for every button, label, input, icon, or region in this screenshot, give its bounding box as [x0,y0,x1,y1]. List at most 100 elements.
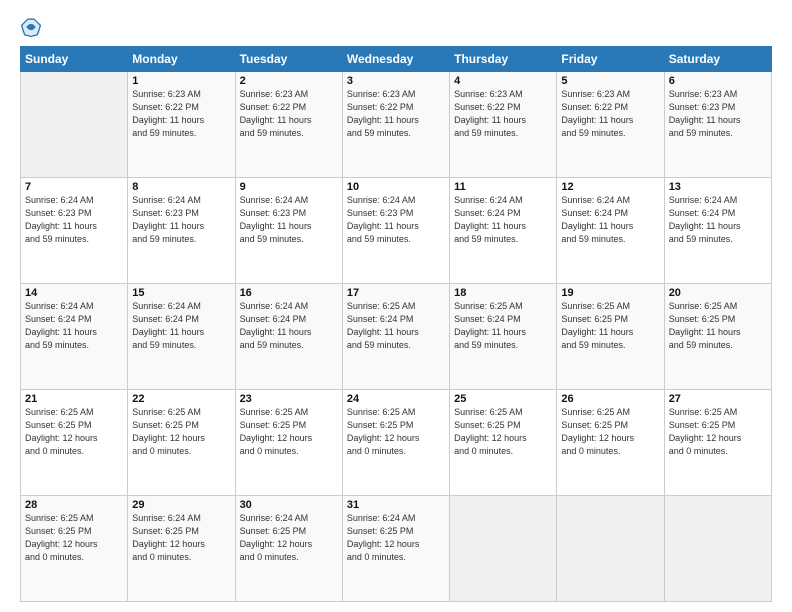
day-info: Sunrise: 6:25 AM Sunset: 6:25 PM Dayligh… [25,512,123,564]
calendar-cell: 22Sunrise: 6:25 AM Sunset: 6:25 PM Dayli… [128,390,235,496]
day-info: Sunrise: 6:24 AM Sunset: 6:24 PM Dayligh… [561,194,659,246]
day-number: 19 [561,287,659,299]
day-number: 28 [25,499,123,511]
day-info: Sunrise: 6:24 AM Sunset: 6:24 PM Dayligh… [669,194,767,246]
day-number: 21 [25,393,123,405]
day-number: 15 [132,287,230,299]
day-number: 23 [240,393,338,405]
day-info: Sunrise: 6:23 AM Sunset: 6:22 PM Dayligh… [347,88,445,140]
calendar-cell: 27Sunrise: 6:25 AM Sunset: 6:25 PM Dayli… [664,390,771,496]
day-number: 20 [669,287,767,299]
day-info: Sunrise: 6:25 AM Sunset: 6:25 PM Dayligh… [454,406,552,458]
calendar-cell: 18Sunrise: 6:25 AM Sunset: 6:24 PM Dayli… [450,284,557,390]
day-number: 12 [561,181,659,193]
day-info: Sunrise: 6:24 AM Sunset: 6:24 PM Dayligh… [240,300,338,352]
day-info: Sunrise: 6:24 AM Sunset: 6:23 PM Dayligh… [347,194,445,246]
day-info: Sunrise: 6:24 AM Sunset: 6:25 PM Dayligh… [347,512,445,564]
calendar-cell: 3Sunrise: 6:23 AM Sunset: 6:22 PM Daylig… [342,72,449,178]
logo-icon [20,16,42,38]
day-number: 25 [454,393,552,405]
day-number: 26 [561,393,659,405]
calendar-cell [557,496,664,602]
weekday-header: Wednesday [342,47,449,72]
day-number: 17 [347,287,445,299]
day-info: Sunrise: 6:23 AM Sunset: 6:22 PM Dayligh… [132,88,230,140]
calendar-cell: 25Sunrise: 6:25 AM Sunset: 6:25 PM Dayli… [450,390,557,496]
calendar-week-row: 14Sunrise: 6:24 AM Sunset: 6:24 PM Dayli… [21,284,772,390]
calendar-week-row: 21Sunrise: 6:25 AM Sunset: 6:25 PM Dayli… [21,390,772,496]
day-number: 2 [240,75,338,87]
day-info: Sunrise: 6:24 AM Sunset: 6:23 PM Dayligh… [25,194,123,246]
calendar-cell: 21Sunrise: 6:25 AM Sunset: 6:25 PM Dayli… [21,390,128,496]
day-number: 4 [454,75,552,87]
calendar-cell: 11Sunrise: 6:24 AM Sunset: 6:24 PM Dayli… [450,178,557,284]
calendar-cell: 20Sunrise: 6:25 AM Sunset: 6:25 PM Dayli… [664,284,771,390]
day-info: Sunrise: 6:23 AM Sunset: 6:22 PM Dayligh… [454,88,552,140]
calendar-header-row: SundayMondayTuesdayWednesdayThursdayFrid… [21,47,772,72]
day-number: 6 [669,75,767,87]
calendar-cell: 28Sunrise: 6:25 AM Sunset: 6:25 PM Dayli… [21,496,128,602]
day-info: Sunrise: 6:24 AM Sunset: 6:24 PM Dayligh… [25,300,123,352]
day-info: Sunrise: 6:23 AM Sunset: 6:23 PM Dayligh… [669,88,767,140]
day-number: 27 [669,393,767,405]
day-info: Sunrise: 6:24 AM Sunset: 6:24 PM Dayligh… [454,194,552,246]
day-number: 24 [347,393,445,405]
day-info: Sunrise: 6:24 AM Sunset: 6:24 PM Dayligh… [132,300,230,352]
day-number: 7 [25,181,123,193]
day-info: Sunrise: 6:25 AM Sunset: 6:25 PM Dayligh… [669,406,767,458]
day-info: Sunrise: 6:25 AM Sunset: 6:25 PM Dayligh… [240,406,338,458]
day-number: 14 [25,287,123,299]
calendar-cell: 1Sunrise: 6:23 AM Sunset: 6:22 PM Daylig… [128,72,235,178]
calendar-cell: 24Sunrise: 6:25 AM Sunset: 6:25 PM Dayli… [342,390,449,496]
calendar-cell: 6Sunrise: 6:23 AM Sunset: 6:23 PM Daylig… [664,72,771,178]
day-info: Sunrise: 6:25 AM Sunset: 6:25 PM Dayligh… [25,406,123,458]
calendar-cell: 26Sunrise: 6:25 AM Sunset: 6:25 PM Dayli… [557,390,664,496]
calendar-cell: 29Sunrise: 6:24 AM Sunset: 6:25 PM Dayli… [128,496,235,602]
weekday-header: Thursday [450,47,557,72]
day-info: Sunrise: 6:23 AM Sunset: 6:22 PM Dayligh… [561,88,659,140]
calendar-cell: 31Sunrise: 6:24 AM Sunset: 6:25 PM Dayli… [342,496,449,602]
calendar-cell [21,72,128,178]
day-number: 13 [669,181,767,193]
day-info: Sunrise: 6:23 AM Sunset: 6:22 PM Dayligh… [240,88,338,140]
weekday-header: Sunday [21,47,128,72]
day-info: Sunrise: 6:24 AM Sunset: 6:23 PM Dayligh… [240,194,338,246]
day-info: Sunrise: 6:25 AM Sunset: 6:25 PM Dayligh… [561,406,659,458]
weekday-header: Friday [557,47,664,72]
day-number: 22 [132,393,230,405]
day-number: 11 [454,181,552,193]
day-info: Sunrise: 6:25 AM Sunset: 6:25 PM Dayligh… [132,406,230,458]
day-number: 31 [347,499,445,511]
day-number: 29 [132,499,230,511]
calendar-cell: 15Sunrise: 6:24 AM Sunset: 6:24 PM Dayli… [128,284,235,390]
calendar-cell [664,496,771,602]
day-info: Sunrise: 6:24 AM Sunset: 6:23 PM Dayligh… [132,194,230,246]
weekday-header: Monday [128,47,235,72]
header [20,16,772,38]
calendar-cell: 17Sunrise: 6:25 AM Sunset: 6:24 PM Dayli… [342,284,449,390]
calendar-cell [450,496,557,602]
calendar-week-row: 28Sunrise: 6:25 AM Sunset: 6:25 PM Dayli… [21,496,772,602]
calendar-cell: 9Sunrise: 6:24 AM Sunset: 6:23 PM Daylig… [235,178,342,284]
day-number: 3 [347,75,445,87]
day-number: 5 [561,75,659,87]
day-info: Sunrise: 6:25 AM Sunset: 6:24 PM Dayligh… [347,300,445,352]
day-info: Sunrise: 6:24 AM Sunset: 6:25 PM Dayligh… [240,512,338,564]
calendar-week-row: 1Sunrise: 6:23 AM Sunset: 6:22 PM Daylig… [21,72,772,178]
calendar-cell: 12Sunrise: 6:24 AM Sunset: 6:24 PM Dayli… [557,178,664,284]
day-info: Sunrise: 6:25 AM Sunset: 6:24 PM Dayligh… [454,300,552,352]
calendar-cell: 30Sunrise: 6:24 AM Sunset: 6:25 PM Dayli… [235,496,342,602]
calendar-cell: 10Sunrise: 6:24 AM Sunset: 6:23 PM Dayli… [342,178,449,284]
weekday-header: Saturday [664,47,771,72]
calendar-cell: 14Sunrise: 6:24 AM Sunset: 6:24 PM Dayli… [21,284,128,390]
calendar-cell: 5Sunrise: 6:23 AM Sunset: 6:22 PM Daylig… [557,72,664,178]
calendar-cell: 4Sunrise: 6:23 AM Sunset: 6:22 PM Daylig… [450,72,557,178]
day-info: Sunrise: 6:24 AM Sunset: 6:25 PM Dayligh… [132,512,230,564]
day-info: Sunrise: 6:25 AM Sunset: 6:25 PM Dayligh… [347,406,445,458]
day-number: 10 [347,181,445,193]
calendar-cell: 2Sunrise: 6:23 AM Sunset: 6:22 PM Daylig… [235,72,342,178]
day-number: 8 [132,181,230,193]
weekday-header: Tuesday [235,47,342,72]
page: SundayMondayTuesdayWednesdayThursdayFrid… [0,0,792,612]
calendar-cell: 19Sunrise: 6:25 AM Sunset: 6:25 PM Dayli… [557,284,664,390]
